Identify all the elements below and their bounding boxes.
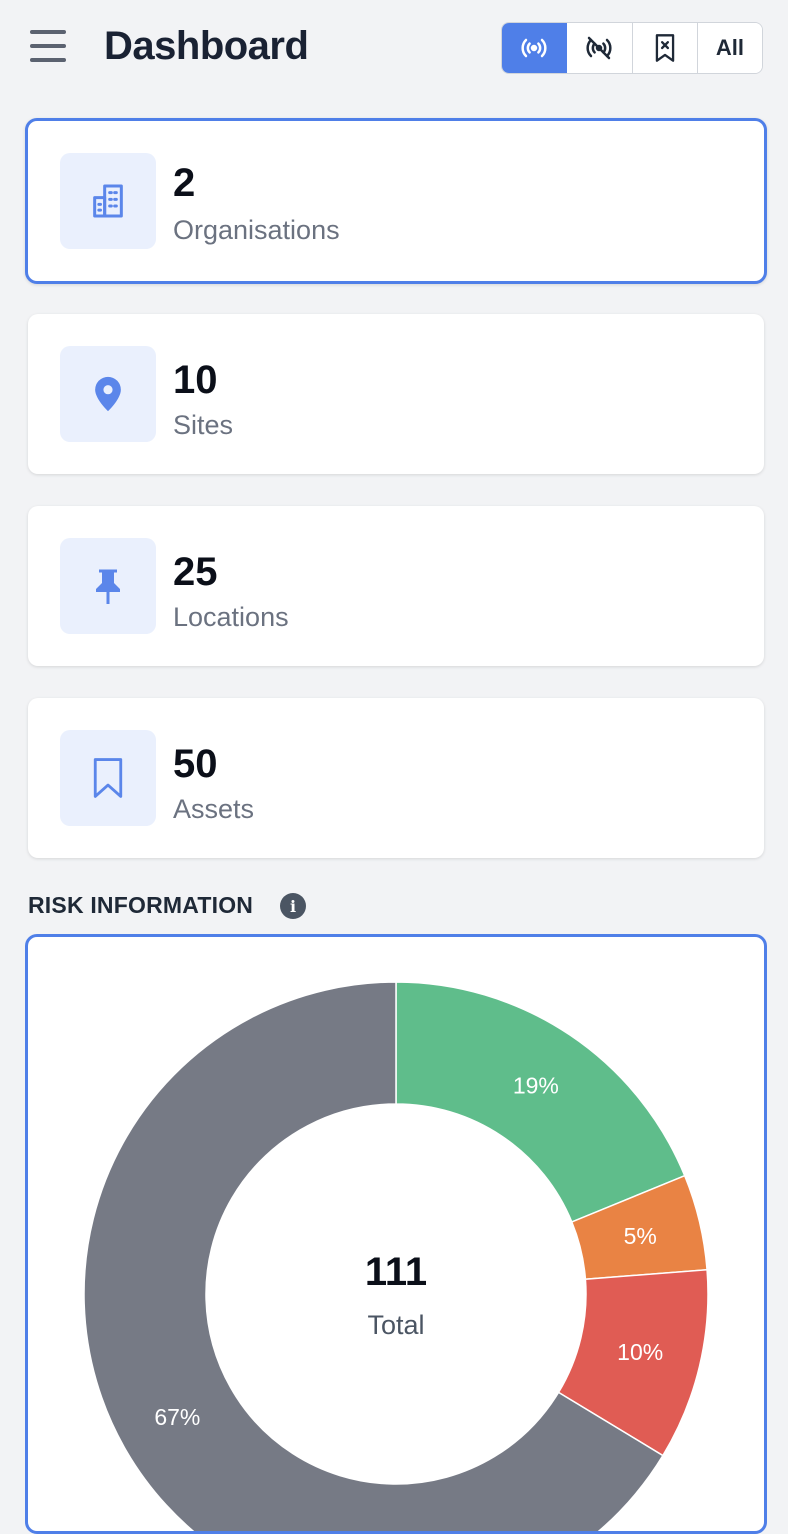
risk-chart-card[interactable]: 19% 5% 10% 67% 111 Total [25, 934, 767, 1534]
card-count: 25 [173, 550, 218, 594]
card-label: Locations [173, 602, 289, 632]
card-label: Sites [173, 410, 234, 440]
donut-slice-label-2: 10% [617, 1339, 663, 1365]
filter-toggle-group: All [501, 22, 763, 74]
assets-card[interactable]: 50 Assets [28, 698, 764, 858]
card-icon-box [60, 538, 156, 634]
risk-information-heading: RISK INFORMATION [28, 892, 254, 918]
page-title: Dashboard [104, 24, 309, 68]
risk-donut-chart: 19% 5% 10% 67% 111 Total [83, 981, 709, 1531]
donut-slice-0[interactable] [395, 981, 686, 1223]
info-icon[interactable]: i [280, 893, 306, 919]
bookmark-x-icon [655, 34, 674, 62]
hamburger-menu-icon[interactable] [28, 28, 68, 64]
chart-total-label: Total [367, 1310, 424, 1340]
organisations-card[interactable]: 2 Organisations [25, 118, 767, 284]
donut-slice-label-0: 19% [513, 1073, 559, 1099]
donut-slice-label-3: 67% [154, 1404, 200, 1430]
card-count: 10 [173, 358, 218, 402]
filter-unbookmarked-button[interactable] [632, 23, 698, 73]
card-label: Organisations [173, 215, 340, 245]
locations-card[interactable]: 25 Locations [28, 506, 764, 666]
card-label: Assets [173, 794, 255, 824]
broadcast-off-icon [586, 36, 612, 60]
card-count: 50 [173, 742, 218, 786]
card-icon-box [60, 346, 156, 442]
donut-slice-label-1: 5% [624, 1223, 657, 1249]
card-icon-box [60, 730, 156, 826]
broadcast-icon [521, 38, 547, 58]
pushpin-icon [96, 569, 120, 604]
card-count: 2 [173, 161, 196, 205]
map-pin-icon [95, 376, 121, 412]
chart-total-value: 111 [365, 1250, 427, 1294]
app-header: Dashboard All [0, 0, 788, 96]
card-icon-box [60, 153, 156, 249]
sites-card[interactable]: 10 Sites [28, 314, 764, 474]
filter-all-button[interactable]: All [697, 23, 762, 73]
filter-online-button[interactable] [502, 23, 568, 73]
filter-offline-button[interactable] [567, 23, 633, 73]
bookmark-icon [93, 758, 123, 798]
building-icon [93, 184, 123, 218]
